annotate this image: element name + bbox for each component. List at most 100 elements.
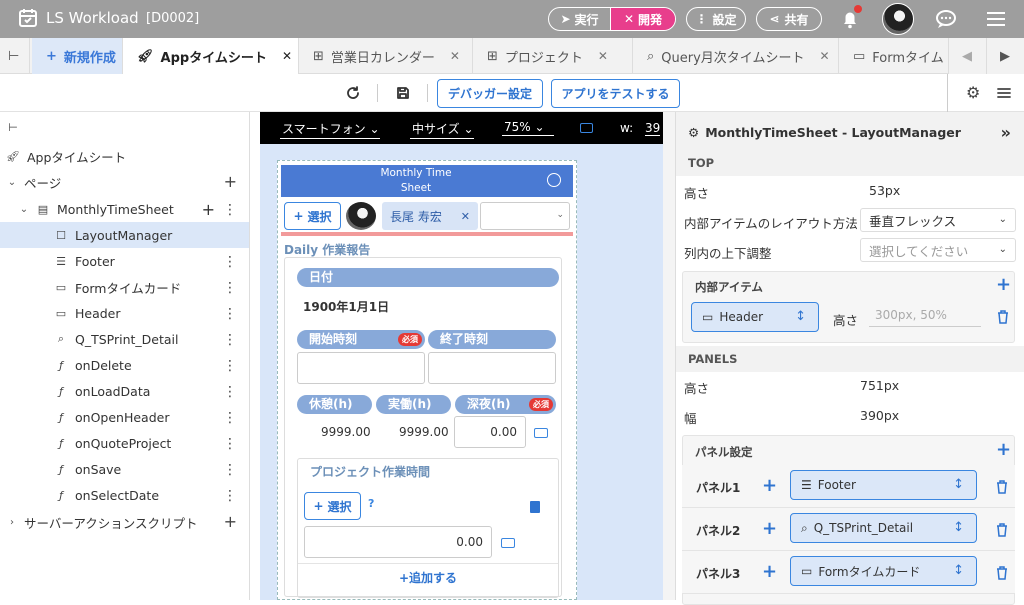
test-app-button[interactable]: アプリをテストする [551, 79, 680, 108]
tree-item-layoutmanager[interactable]: ☐ LayoutManager [0, 222, 249, 248]
tree-pages[interactable]: ⌄ ページ + [0, 169, 249, 195]
trash-icon[interactable] [997, 310, 1009, 324]
add-page-icon[interactable]: + [224, 172, 237, 191]
more-vert-icon[interactable]: ⋮ [223, 358, 237, 374]
more-vert-icon[interactable]: ⋮ [223, 488, 237, 504]
select-project-button[interactable]: + 選択 [304, 492, 361, 520]
add-icon[interactable]: + [762, 520, 777, 538]
more-vert-icon[interactable]: ⋮ [223, 384, 237, 400]
add-item-icon[interactable]: + [202, 200, 215, 219]
new-tab-button[interactable]: + 新規作成 [32, 38, 123, 74]
inner-item-chip[interactable]: ▭ Header ↕ [691, 302, 819, 332]
tab-app-timesheet[interactable]: 🚀︎ Appタイムシート ✕ [123, 38, 299, 74]
tree-item-form[interactable]: ▭ Formタイムカード ⋮ [0, 274, 249, 300]
zoom-select[interactable]: 75% ⌄ [502, 120, 554, 136]
night-input[interactable]: 0.00 [454, 416, 526, 448]
reorder-icon[interactable]: ↕ [953, 520, 964, 535]
tree-item-onselectdate[interactable]: ƒ onSelectDate ⋮ [0, 482, 249, 508]
splitter[interactable] [663, 112, 675, 600]
tree-item-onopenheader[interactable]: ƒ onOpenHeader ⋮ [0, 404, 249, 430]
tab-scroll-left[interactable]: ◀ [949, 38, 987, 74]
close-tab-icon[interactable]: ✕ [450, 49, 460, 63]
remove-user-icon[interactable]: ✕ [461, 210, 470, 223]
panel-chip[interactable]: ☰ Footer ↕ [790, 470, 977, 500]
add-project-button[interactable]: +追加する [298, 569, 558, 586]
trash-icon[interactable] [996, 523, 1008, 537]
rotate-device-icon[interactable] [580, 123, 593, 133]
tree-item-ondelete[interactable]: ƒ onDelete ⋮ [0, 352, 249, 378]
end-time-input[interactable] [428, 352, 556, 384]
tree-item-header[interactable]: ▭ Header ⋮ [0, 300, 249, 326]
more-vert-icon[interactable]: ⋮ [223, 306, 237, 322]
more-vert-icon[interactable]: ⋮ [223, 436, 237, 452]
share-button[interactable]: ⋖ 共有 [756, 7, 822, 31]
tree-toggle-button[interactable]: ⊢ [0, 38, 30, 74]
add-panel-icon[interactable]: + [996, 441, 1011, 459]
close-tab-icon[interactable]: ✕ [282, 49, 292, 63]
trash-icon[interactable] [530, 501, 540, 513]
list-menu-icon[interactable] [997, 86, 1011, 100]
more-vert-icon[interactable]: ⋮ [223, 254, 237, 270]
close-tab-icon[interactable]: ✕ [598, 49, 608, 63]
hamburger-menu-icon[interactable] [984, 7, 1008, 31]
run-mode-button[interactable]: ➤ 実行 [549, 8, 610, 30]
add-inner-item-icon[interactable]: + [996, 276, 1011, 294]
account-icon[interactable] [547, 173, 561, 187]
tree-item-onsave[interactable]: ƒ onSave ⋮ [0, 456, 249, 482]
layout-select[interactable]: 垂直フレックス ⌄ [860, 208, 1016, 232]
header-dropdown[interactable]: ⌄ [480, 202, 570, 230]
user-avatar[interactable] [882, 3, 914, 35]
refresh-icon[interactable] [346, 86, 360, 100]
trash-icon[interactable] [996, 566, 1008, 580]
tab-scroll-right[interactable]: ▶ [987, 38, 1024, 74]
save-icon[interactable] [396, 86, 410, 100]
tab-project[interactable]: ⊞ プロジェクト ✕ [473, 38, 633, 74]
device-select[interactable]: スマートフォン ⌄ [280, 120, 380, 139]
inner-height-input[interactable]: 300px, 50% [869, 305, 981, 327]
valign-select[interactable]: 選択してください ⌄ [860, 238, 1016, 262]
tree-page-monthly[interactable]: ⌄ ▤ MonthlyTimeSheet + ⋮ [0, 196, 249, 222]
add-script-icon[interactable]: + [224, 512, 237, 531]
tree-item-onloaddata[interactable]: ƒ onLoadData ⋮ [0, 378, 249, 404]
reorder-icon[interactable]: ↕ [953, 477, 964, 492]
tree-item-onquoteproject[interactable]: ƒ onQuoteProject ⋮ [0, 430, 249, 456]
keyboard-icon[interactable] [501, 538, 515, 548]
mode-toggle[interactable]: ➤ 実行 ✕ 開発 [548, 7, 676, 31]
dev-mode-button[interactable]: ✕ 開発 [610, 8, 675, 30]
close-tab-icon[interactable]: ✕ [820, 49, 830, 63]
panels-width-value[interactable]: 390px [860, 408, 899, 423]
more-vert-icon[interactable]: ⋮ [223, 280, 237, 296]
collapse-panel-icon[interactable]: » [1001, 123, 1011, 142]
add-icon[interactable]: + [762, 563, 777, 581]
height-value[interactable]: 53px [869, 183, 900, 198]
help-icon[interactable]: ? [368, 497, 374, 510]
tab-form-time[interactable]: ▭ Formタイム [839, 38, 949, 74]
tree-server-actions[interactable]: › サーバーアクションスクリプト + [0, 509, 249, 535]
size-select[interactable]: 中サイズ ⌄ [410, 120, 474, 139]
panel-chip[interactable]: ▭ Formタイムカード ↕ [790, 556, 977, 586]
debugger-settings-button[interactable]: デバッガー設定 [437, 79, 543, 108]
chat-icon[interactable] [934, 7, 958, 31]
panels-height-value[interactable]: 751px [860, 378, 899, 393]
tree-item-query[interactable]: ⌕ Q_TSPrint_Detail ⋮ [0, 326, 249, 352]
keyboard-icon[interactable] [534, 428, 548, 438]
width-input[interactable]: 39 [645, 121, 661, 136]
reorder-icon[interactable]: ↕ [953, 563, 964, 578]
add-icon[interactable]: + [762, 477, 777, 495]
more-vert-icon[interactable]: ⋮ [223, 410, 237, 426]
trash-icon[interactable] [996, 480, 1008, 494]
project-hours-input[interactable]: 0.00 [304, 526, 492, 558]
tab-query-monthly[interactable]: ⌕ Query月次タイムシート ✕ [633, 38, 839, 74]
start-time-input[interactable] [297, 352, 425, 384]
settings-button[interactable]: ⋮ 設定 [686, 7, 746, 31]
select-user-button[interactable]: + 選択 [284, 202, 341, 230]
more-vert-icon[interactable]: ⋮ [223, 332, 237, 348]
more-vert-icon[interactable]: ⋮ [223, 462, 237, 478]
reorder-icon[interactable]: ↕ [795, 309, 806, 324]
more-vert-icon[interactable]: ⋮ [223, 202, 237, 218]
tree-root[interactable]: 🚀︎ Appタイムシート [0, 143, 249, 169]
date-value[interactable]: 1900年1月1日 [303, 298, 389, 315]
tab-business-calendar[interactable]: ⊞ 営業日カレンダー ✕ [299, 38, 473, 74]
tree-item-footer[interactable]: ☰ Footer ⋮ [0, 248, 249, 274]
gears-icon[interactable]: ⚙ [966, 83, 980, 102]
